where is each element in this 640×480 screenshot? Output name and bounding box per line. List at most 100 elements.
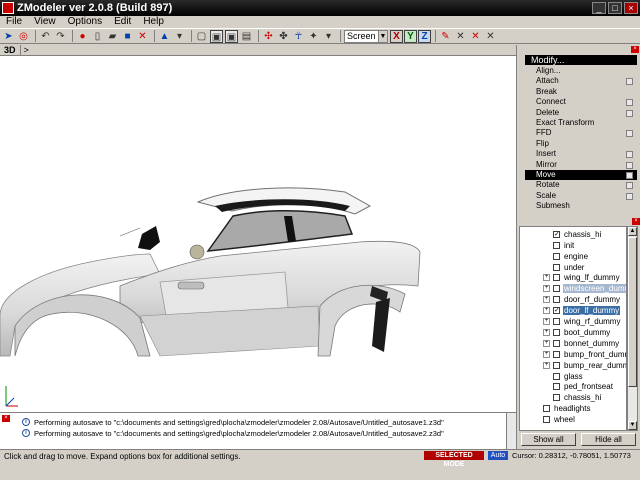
new-file-icon[interactable]: ▯ [91, 30, 104, 43]
options-box-icon[interactable] [626, 161, 633, 169]
modify-item[interactable]: Move [525, 169, 637, 181]
visibility-checkbox[interactable]: ✓ [553, 230, 560, 238]
menu-view[interactable]: View [28, 16, 62, 28]
tree-node[interactable]: ✓ chassis_hi [553, 229, 602, 240]
viewport-label[interactable]: 3D [0, 45, 21, 55]
undo-icon[interactable]: ↶ [39, 30, 52, 43]
box-select-active-icon[interactable]: ▣ [210, 29, 223, 43]
visibility-checkbox[interactable] [543, 416, 550, 424]
expand-icon[interactable]: + [543, 328, 550, 336]
modify-item[interactable]: Submesh [525, 201, 637, 211]
modify-item[interactable]: FFD [525, 128, 637, 138]
menu-options[interactable]: Options [62, 16, 108, 28]
visibility-checkbox[interactable] [553, 383, 560, 391]
close-file-icon[interactable]: ✕ [136, 30, 149, 43]
visibility-checkbox[interactable] [553, 285, 560, 293]
visibility-checkbox[interactable] [553, 394, 560, 402]
modify-item[interactable]: Break [525, 87, 637, 97]
tree-node[interactable]: engine [553, 251, 589, 262]
menu-edit[interactable]: Edit [108, 16, 137, 28]
visibility-checkbox[interactable] [553, 318, 560, 326]
tree-node[interactable]: under [553, 262, 585, 273]
mode-badge[interactable]: SELECTED MODE [424, 451, 484, 468]
modify-item[interactable]: Align... [525, 66, 637, 76]
log-scrollbar[interactable] [506, 413, 516, 449]
close-icon[interactable]: × [631, 45, 639, 53]
options-box-icon[interactable] [626, 99, 633, 107]
box-select-mode-icon[interactable]: ▤ [240, 30, 253, 43]
modify-item[interactable]: Connect [525, 97, 637, 107]
open-folder-icon[interactable]: ▰ [106, 30, 119, 43]
modify-item[interactable]: Scale [525, 191, 637, 201]
visibility-checkbox[interactable] [553, 296, 560, 304]
visibility-checkbox[interactable] [553, 274, 560, 282]
axis-z-button[interactable]: Z [418, 29, 431, 43]
viewport-expand-button[interactable]: > [21, 45, 29, 55]
expand-icon[interactable]: + [543, 307, 550, 315]
3d-viewport[interactable] [0, 56, 516, 412]
manipulate-icon[interactable]: ✣ [262, 30, 275, 43]
expand-icon[interactable]: + [543, 285, 550, 293]
person-icon[interactable]: ☥ [292, 30, 305, 43]
expand-icon[interactable]: + [543, 318, 550, 326]
minimize-button[interactable]: _ [592, 2, 606, 14]
options-box-icon[interactable] [626, 78, 633, 86]
close-button[interactable]: × [624, 2, 638, 14]
tree-node[interactable]: wheel [543, 414, 576, 425]
box-select-icon[interactable]: ▢ [195, 30, 208, 43]
hierarchy-scrollbar[interactable]: ▲ ▼ [627, 226, 638, 431]
axis-y-button[interactable]: Y [404, 29, 417, 43]
modify-header[interactable]: Modify... [525, 55, 637, 65]
close-icon[interactable]: × [2, 415, 10, 422]
axis-gizmo-icon-1[interactable]: ✕ [454, 30, 467, 43]
snap-icon[interactable]: ✎ [439, 30, 452, 43]
visibility-checkbox[interactable] [553, 372, 560, 380]
menu-file[interactable]: File [0, 16, 28, 28]
tree-node[interactable]: + bump_rear_dummy [543, 360, 626, 371]
tree-node[interactable]: + door_rf_dummy [543, 294, 621, 305]
tree-node[interactable]: + wing_rf_dummy [543, 316, 621, 327]
grid-icon[interactable]: ▾ [322, 30, 335, 43]
expand-icon[interactable]: + [543, 274, 550, 282]
options-box-icon[interactable] [626, 192, 633, 200]
axis-gizmo-icon-3[interactable]: ✕ [484, 30, 497, 43]
options-box-icon[interactable] [626, 130, 633, 138]
options-box-icon[interactable] [626, 109, 633, 117]
walk-icon[interactable]: ✤ [277, 30, 290, 43]
tree-node[interactable]: ped_frontseat [553, 382, 614, 393]
modify-item[interactable]: Attach [525, 76, 637, 86]
close-icon[interactable]: × [632, 217, 640, 225]
tree-node[interactable]: + bonnet_dummy [543, 338, 620, 349]
modify-item[interactable]: Flip [525, 139, 637, 149]
paint-icon[interactable]: ▲ [158, 30, 171, 43]
options-box-icon[interactable] [626, 171, 633, 179]
menu-help[interactable]: Help [137, 16, 170, 28]
visibility-checkbox[interactable] [543, 405, 550, 413]
view-mode-select[interactable]: Screen ▼ [344, 29, 388, 43]
scroll-thumb[interactable] [628, 237, 637, 387]
visibility-checkbox[interactable] [553, 339, 560, 347]
save-icon[interactable]: ■ [121, 30, 134, 43]
maximize-button[interactable]: □ [608, 2, 622, 14]
tree-node[interactable]: chassis_hi [553, 393, 602, 404]
visibility-checkbox[interactable] [553, 328, 560, 336]
visibility-checkbox[interactable] [553, 241, 560, 249]
modify-item[interactable]: Exact Transform [525, 118, 637, 128]
modify-item[interactable]: Insert [525, 149, 637, 159]
modify-item[interactable]: Rotate [525, 180, 637, 190]
camera-icon[interactable]: ✦ [307, 30, 320, 43]
visibility-checkbox[interactable] [553, 252, 560, 260]
tree-node[interactable]: + wing_lf_dummy [543, 273, 621, 284]
dropdown-icon[interactable]: ▾ [173, 30, 186, 43]
visibility-checkbox[interactable]: ✓ [553, 307, 560, 315]
visibility-checkbox[interactable] [553, 350, 560, 358]
tree-node[interactable]: + bump_front_dummy [543, 349, 626, 360]
scroll-up-icon[interactable]: ▲ [628, 227, 637, 236]
axis-x-button[interactable]: X [390, 29, 403, 43]
expand-icon[interactable]: + [543, 350, 550, 358]
visibility-checkbox[interactable] [553, 263, 560, 271]
modify-item[interactable]: Delete [525, 108, 637, 118]
tree-node[interactable]: + ✓ door_lf_dummy [543, 305, 621, 316]
hide-all-button[interactable]: Hide all [581, 433, 636, 446]
axis-gizmo-icon-2[interactable]: ✕ [469, 30, 482, 43]
